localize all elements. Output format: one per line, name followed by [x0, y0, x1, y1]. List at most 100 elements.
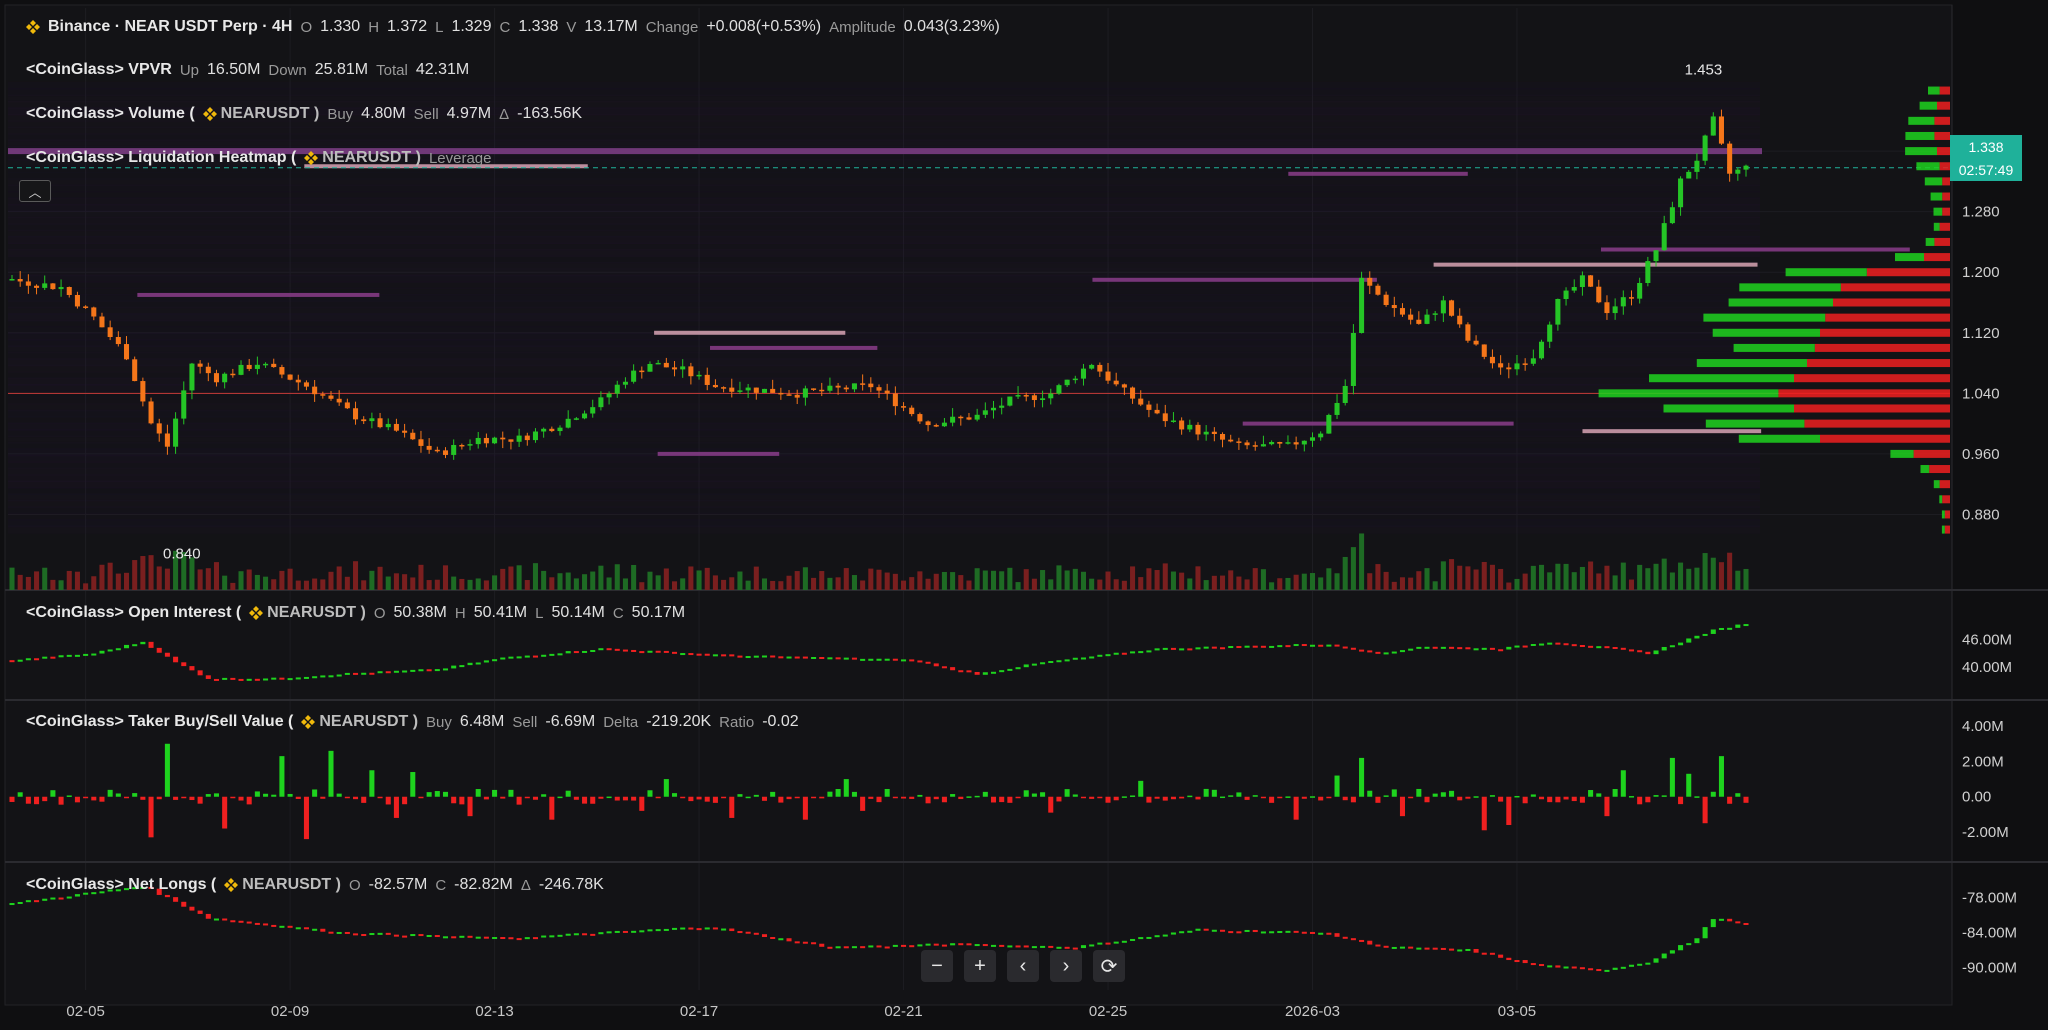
volume-legend[interactable]: <CoinGlass> Volume ( NEARUSDT ) Buy 4.80M…	[26, 103, 582, 125]
taker-legend[interactable]: <CoinGlass> Taker Buy/Sell Value ( NEARU…	[26, 711, 799, 733]
candle	[312, 386, 318, 395]
volume-bar	[58, 580, 64, 590]
heatmap-leverage-label[interactable]: Leverage	[429, 150, 492, 167]
candle	[1334, 402, 1340, 415]
candle	[287, 374, 293, 380]
candle	[189, 363, 195, 391]
heatmap-legend[interactable]: <CoinGlass> Liquidation Heatmap ( NEARUS…	[26, 147, 492, 169]
volume-bar	[524, 580, 530, 590]
taker-bar	[246, 796, 252, 805]
taker-bar	[492, 789, 498, 797]
candle	[475, 437, 481, 445]
volume-bar	[164, 568, 170, 590]
taker-bar	[1031, 793, 1037, 797]
oi-candle	[901, 659, 907, 662]
netlong-delta-value: -246.78K	[538, 876, 604, 893]
taker-bar	[173, 796, 179, 800]
zoom-out-button[interactable]: −	[921, 950, 953, 982]
taker-bar	[1702, 796, 1708, 824]
taker-bar	[1220, 796, 1226, 799]
oi-candle	[704, 653, 710, 656]
taker-bar	[639, 796, 645, 811]
oi-candle	[1637, 650, 1643, 653]
taker-bar	[1048, 796, 1054, 813]
oi-candle	[25, 658, 31, 661]
netlong-candle	[197, 910, 203, 914]
volume-bar	[778, 581, 784, 590]
heat-level-bar	[657, 451, 780, 456]
candle	[1604, 302, 1610, 314]
oi-candle	[1424, 646, 1430, 649]
collapse-legend-button[interactable]: ︿	[19, 180, 51, 202]
reset-chart-button[interactable]: ⟳	[1093, 950, 1125, 982]
volume-bar	[1710, 557, 1716, 590]
netlong-candle	[1203, 928, 1209, 931]
oi-candle	[1432, 646, 1438, 649]
candle	[696, 374, 702, 377]
candle	[344, 402, 350, 409]
vpvr-down-bar	[1944, 510, 1950, 519]
oi-legend[interactable]: <CoinGlass> Open Interest ( NEARUSDT ) O…	[26, 602, 685, 624]
taker-bar	[802, 796, 808, 820]
candle	[42, 283, 48, 288]
oi-candle	[1105, 654, 1111, 657]
volume-bar	[1056, 565, 1062, 590]
netlong-candle	[1326, 932, 1332, 935]
candle	[1015, 395, 1021, 397]
volume-bar	[860, 580, 866, 590]
scroll-right-button[interactable]: ›	[1050, 950, 1082, 982]
volume-title: <CoinGlass> Volume (	[26, 105, 195, 122]
candle	[843, 387, 849, 390]
scroll-left-button[interactable]: ‹	[1007, 950, 1039, 982]
oi-candle	[1048, 661, 1054, 664]
candle	[1432, 313, 1438, 315]
taker-bar	[851, 791, 857, 797]
taker-bar	[500, 796, 506, 799]
netlong-candle	[1359, 939, 1365, 942]
oi-candle	[1326, 644, 1332, 647]
netlong-candle	[58, 897, 64, 900]
volume-bar	[328, 571, 334, 590]
vpvr-legend[interactable]: <CoinGlass> VPVR Up 16.50M Down 25.81M Tot…	[26, 59, 469, 81]
oi-candle	[254, 678, 260, 681]
netlong-candle	[1285, 930, 1291, 933]
netlong-legend[interactable]: <CoinGlass> Net Longs ( NEARUSDT ) O -82.…	[26, 874, 604, 896]
vpvr-up-bar	[1919, 101, 1937, 110]
volume-bar	[729, 577, 735, 590]
candle	[1318, 433, 1324, 438]
taker-bar	[974, 795, 980, 798]
oi-candle	[123, 644, 130, 649]
oi-candle	[1080, 657, 1087, 660]
candle	[99, 316, 105, 328]
netlong-candle	[1154, 935, 1160, 938]
taker-bar	[1408, 796, 1414, 799]
taker-bar	[541, 794, 547, 797]
oi-candle	[999, 670, 1005, 673]
taker-bar	[925, 796, 931, 804]
oi-candle	[1162, 647, 1168, 650]
vpvr-up-bar	[1928, 86, 1940, 95]
candle	[1694, 160, 1700, 172]
oi-candle	[1015, 667, 1021, 670]
volume-bar	[410, 577, 416, 590]
taker-bar	[606, 796, 612, 799]
volume-bar	[1727, 552, 1733, 590]
netlong-candle	[1645, 962, 1651, 965]
vpvr-down-bar	[1937, 101, 1950, 110]
candle	[1498, 363, 1504, 368]
candle	[958, 416, 964, 419]
taker-bar	[426, 792, 432, 797]
taker-bar	[1367, 790, 1373, 797]
binance-logo-icon	[249, 606, 264, 620]
candle	[1596, 286, 1602, 303]
taker-bar	[884, 788, 890, 797]
volume-bar	[483, 580, 489, 590]
volume-bar	[1424, 568, 1430, 590]
netlong-candle	[1547, 965, 1553, 968]
taker-delta-label: Delta	[603, 713, 639, 731]
zoom-in-button[interactable]: +	[964, 950, 996, 982]
oi-candle	[1203, 646, 1209, 649]
volume-bar	[1498, 568, 1504, 590]
volume-bar	[1162, 563, 1168, 590]
volume-bar	[1334, 573, 1340, 590]
